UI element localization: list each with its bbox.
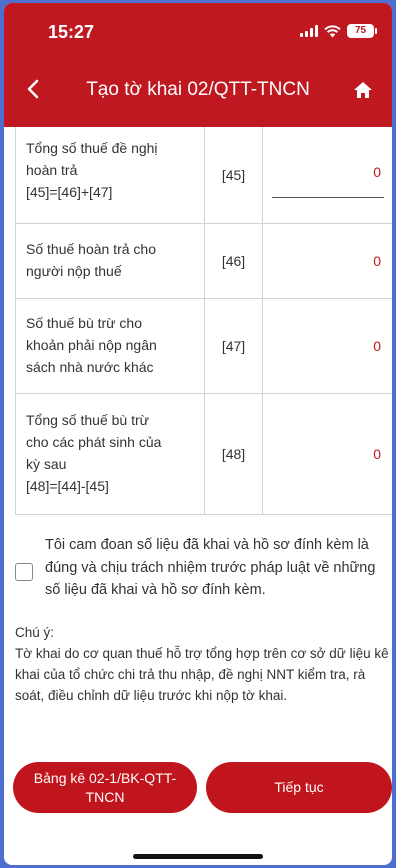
input-underline — [272, 197, 384, 198]
app-screen: 15:27 75 Tạo tờ khai 02/QTT-TNCN Tổng số… — [4, 3, 392, 865]
table-row: Số thuế bù trừ cho khoản phải nộp ngân s… — [15, 299, 392, 394]
schedule-02-1-button[interactable]: Bảng kê 02-1/BK-QTT-TNCN — [13, 762, 197, 813]
row-code: [46] — [205, 224, 263, 298]
table-row: Số thuế hoàn trả cho người nộp thuế [46]… — [15, 224, 392, 299]
page-title: Tạo tờ khai 02/QTT-TNCN — [86, 79, 310, 100]
table-row: Tổng số thuế đề nghị hoàn trả [45]=[46]+… — [15, 127, 392, 224]
row-value-input[interactable]: 0 — [263, 127, 392, 223]
row-label: Số thuế hoàn trả cho người nộp thuế — [16, 224, 205, 298]
continue-button[interactable]: Tiếp tục — [206, 762, 392, 813]
signal-icon — [300, 25, 318, 37]
row-label: Tổng số thuế đề nghị hoàn trả [45]=[46]+… — [16, 127, 205, 223]
status-icons: 75 — [300, 24, 377, 38]
wifi-icon — [324, 24, 341, 37]
declaration-text: Tôi cam đoan số liệu đã khai và hồ sơ đí… — [45, 537, 376, 598]
row-label: Tổng số thuế bù trừ cho các phát sinh củ… — [16, 394, 205, 514]
note-body: Tờ khai do cơ quan thuế hỗ trợ tổng hợp … — [15, 646, 389, 703]
row-value: 0 — [373, 253, 381, 269]
note-section: Chú ý: Tờ khai do cơ quan thuế hỗ trợ tổ… — [15, 622, 390, 706]
row-code: [48] — [205, 394, 263, 514]
row-value: 0 — [373, 446, 381, 462]
row-label: Số thuế bù trừ cho khoản phải nộp ngân s… — [16, 299, 205, 393]
row-code: [45] — [205, 127, 263, 223]
declaration-checkbox[interactable] — [15, 563, 33, 581]
app-header: 15:27 75 Tạo tờ khai 02/QTT-TNCN — [4, 3, 392, 127]
battery-icon: 75 — [347, 24, 377, 38]
row-value: 0 — [373, 338, 381, 354]
row-value: 0 — [373, 164, 381, 180]
table-row: Tổng số thuế bù trừ cho các phát sinh củ… — [15, 394, 392, 515]
status-time: 15:27 — [48, 22, 95, 42]
row-code: [47] — [205, 299, 263, 393]
home-icon[interactable] — [352, 79, 374, 101]
home-indicator — [133, 854, 263, 859]
note-heading: Chú ý: — [15, 625, 55, 640]
